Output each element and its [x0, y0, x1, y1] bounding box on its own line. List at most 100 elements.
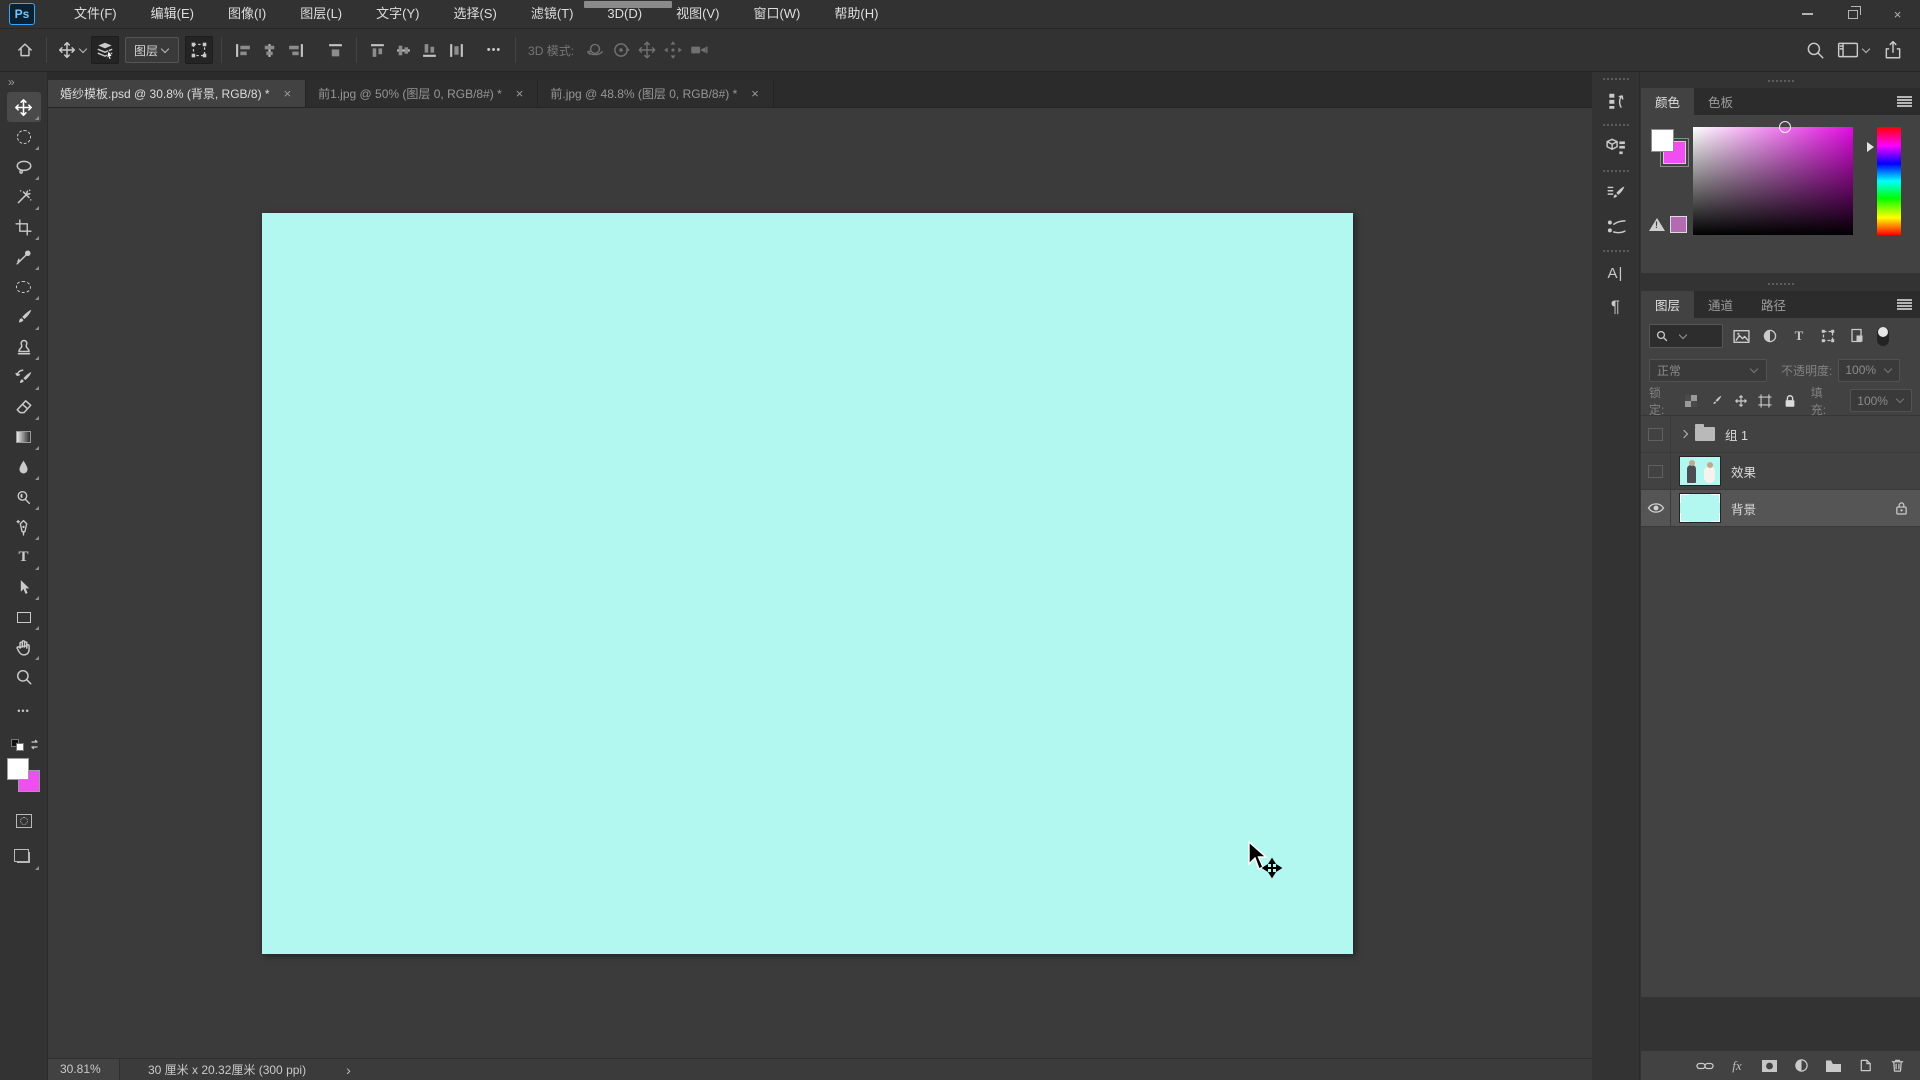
brushes-panel-button[interactable] — [1597, 210, 1635, 244]
layer-row-effect[interactable]: 效果 — [1641, 453, 1920, 490]
panel-menu-icon[interactable] — [1897, 299, 1912, 310]
tab-color[interactable]: 颜色 — [1641, 88, 1694, 115]
blur-tool[interactable] — [7, 452, 41, 482]
menu-type[interactable]: 文字(Y) — [359, 0, 436, 28]
panel-grip[interactable] — [1768, 283, 1794, 285]
distribute-vertical-button[interactable] — [443, 36, 469, 64]
tab-close-icon[interactable]: × — [514, 86, 526, 101]
minimize-button[interactable] — [1785, 0, 1830, 28]
edit-toolbar-button[interactable]: ••• — [7, 696, 41, 726]
fill-field[interactable]: 100% — [1850, 389, 1912, 412]
search-button[interactable] — [1802, 36, 1828, 64]
layer-row-group-1[interactable]: 组 1 — [1641, 416, 1920, 453]
document-tab-1[interactable]: 婚纱模板.psd @ 30.8% (背景, RGB/8) * × — [48, 80, 306, 107]
delete-layer-button[interactable] — [1886, 1055, 1908, 1077]
dock-grip[interactable] — [1603, 170, 1629, 172]
history-panel-button[interactable] — [1597, 84, 1635, 118]
blend-mode-dropdown[interactable]: 正常 — [1649, 359, 1767, 382]
auto-select-target-dropdown[interactable]: 图层 — [125, 37, 179, 63]
group-expand-chevron-icon[interactable] — [1680, 430, 1688, 438]
new-group-button[interactable] — [1822, 1055, 1844, 1077]
history-brush-tool[interactable] — [7, 362, 41, 392]
properties-panel-button[interactable] — [1597, 130, 1635, 164]
lock-position-button[interactable] — [1732, 392, 1749, 410]
filter-adjustment-layers-button[interactable] — [1759, 325, 1781, 347]
dock-grip[interactable] — [1603, 124, 1629, 126]
visibility-toggle[interactable] — [1641, 490, 1671, 526]
filter-shape-layers-button[interactable] — [1817, 325, 1839, 347]
visibility-toggle[interactable] — [1641, 453, 1671, 489]
layer-style-button[interactable]: fx — [1726, 1055, 1748, 1077]
eyedropper-tool[interactable] — [7, 242, 41, 272]
dodge-tool[interactable] — [7, 482, 41, 512]
panel-grip[interactable] — [1768, 80, 1794, 82]
visibility-toggle[interactable] — [1641, 416, 1671, 452]
layer-thumbnail[interactable] — [1679, 456, 1721, 486]
tab-channels[interactable]: 通道 — [1694, 291, 1747, 318]
brush-tool[interactable] — [7, 302, 41, 332]
opacity-field[interactable]: 100% — [1838, 359, 1900, 382]
filter-pixel-layers-button[interactable] — [1730, 325, 1752, 347]
marquee-tool[interactable] — [7, 122, 41, 152]
filter-type-layers-button[interactable]: T — [1788, 325, 1810, 347]
layer-name[interactable]: 组 1 — [1725, 425, 1748, 444]
menu-window[interactable]: 窗口(W) — [736, 0, 817, 28]
photoshop-logo[interactable]: Ps — [9, 3, 35, 25]
color-picker-handle[interactable] — [1779, 121, 1791, 133]
menu-select[interactable]: 选择(S) — [436, 0, 513, 28]
layer-row-background[interactable]: 背景 — [1641, 490, 1920, 527]
zoom-level-field[interactable]: 30.81% — [48, 1059, 120, 1080]
lock-artboard-button[interactable] — [1757, 392, 1774, 410]
foreground-color-swatch[interactable] — [7, 758, 29, 780]
align-vertical-centers-button[interactable] — [391, 36, 417, 64]
align-bottom-edges-button[interactable] — [417, 36, 443, 64]
menu-filter[interactable]: 滤镜(T) — [514, 0, 591, 28]
path-selection-tool[interactable] — [7, 572, 41, 602]
link-layers-button[interactable] — [1694, 1055, 1716, 1077]
lock-all-button[interactable] — [1782, 392, 1799, 410]
menu-view[interactable]: 视图(V) — [659, 0, 736, 28]
layer-name[interactable]: 背景 — [1731, 499, 1756, 518]
lock-transparency-button[interactable] — [1683, 392, 1700, 410]
gradient-tool[interactable] — [7, 422, 41, 452]
type-tool[interactable]: T — [7, 542, 41, 572]
canvas[interactable] — [262, 213, 1353, 954]
quick-mask-button[interactable] — [7, 806, 41, 836]
hand-tool[interactable] — [7, 632, 41, 662]
more-align-options-button[interactable]: ••• — [481, 36, 507, 64]
layer-name[interactable]: 效果 — [1731, 462, 1756, 481]
tab-swatches[interactable]: 色板 — [1694, 88, 1747, 115]
restore-button[interactable] — [1830, 0, 1875, 28]
move-tool[interactable] — [7, 92, 41, 122]
screen-mode-button[interactable] — [7, 842, 41, 872]
lock-pixels-button[interactable] — [1707, 392, 1724, 410]
tab-paths[interactable]: 路径 — [1747, 291, 1800, 318]
share-button[interactable] — [1880, 36, 1906, 64]
align-horizontal-centers-button[interactable] — [256, 36, 282, 64]
document-tab-2[interactable]: 前1.jpg @ 50% (图层 0, RGB/8#) * × — [306, 80, 538, 107]
lasso-tool[interactable] — [7, 152, 41, 182]
document-tab-3[interactable]: 前.jpg @ 48.8% (图层 0, RGB/8#) * × — [538, 80, 774, 107]
clone-stamp-tool[interactable] — [7, 332, 41, 362]
distribute-horizontal-button[interactable] — [322, 36, 348, 64]
auto-select-toggle[interactable] — [91, 36, 119, 64]
menu-edit[interactable]: 编辑(E) — [134, 0, 211, 28]
menu-image[interactable]: 图像(I) — [211, 0, 283, 28]
layer-thumbnail[interactable] — [1679, 493, 1721, 523]
status-expander[interactable]: › — [346, 1062, 351, 1078]
default-swap-colors[interactable] — [7, 736, 41, 754]
brush-settings-panel-button[interactable] — [1597, 176, 1635, 210]
menu-help[interactable]: 帮助(H) — [817, 0, 895, 28]
new-layer-button[interactable] — [1854, 1055, 1876, 1077]
paragraph-panel-button[interactable]: ¶ — [1597, 290, 1635, 324]
zoom-tool[interactable] — [7, 662, 41, 692]
align-left-edges-button[interactable] — [230, 36, 256, 64]
align-right-edges-button[interactable] — [282, 36, 308, 64]
menu-3d[interactable]: 3D(D) — [590, 0, 659, 28]
move-tool-option-button[interactable] — [55, 36, 91, 64]
character-panel-button[interactable]: A| — [1597, 256, 1635, 290]
pen-tool[interactable] — [7, 512, 41, 542]
adjustment-layer-button[interactable] — [1790, 1055, 1812, 1077]
tab-layers[interactable]: 图层 — [1641, 291, 1694, 318]
dock-grip[interactable] — [1603, 250, 1629, 252]
